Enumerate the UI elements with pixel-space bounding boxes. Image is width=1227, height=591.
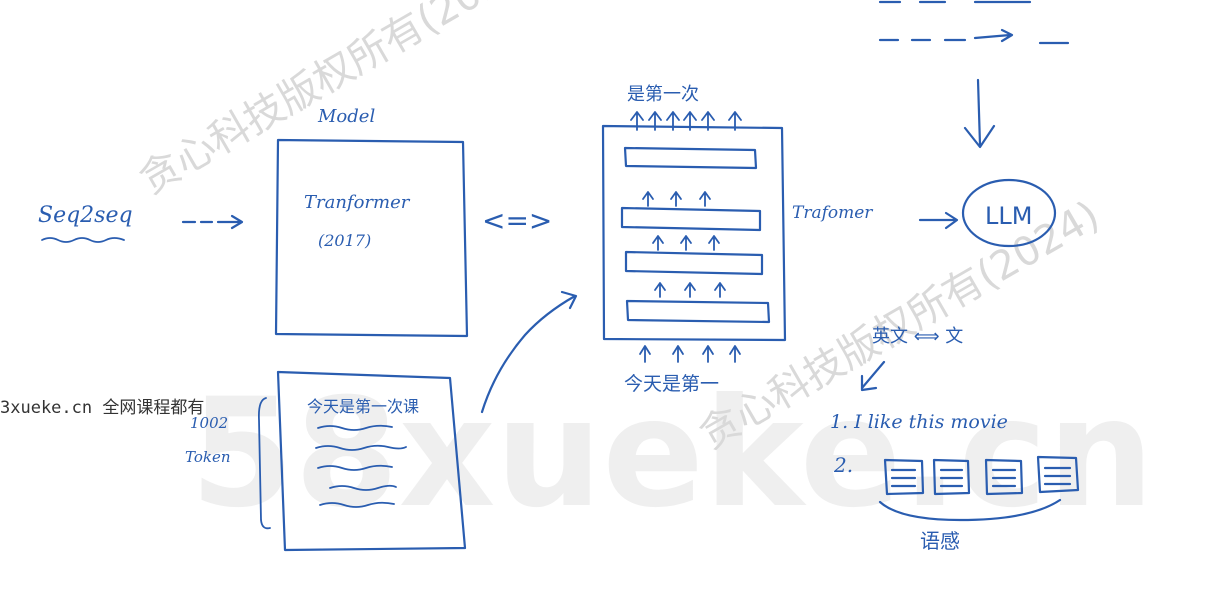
translate-label: 英文 ⟺ 文: [872, 326, 963, 347]
list-item-2: 2.: [833, 453, 853, 477]
watermark-main: 贪心科技版权所有(2024): [132, 0, 547, 204]
input-tokens-label: 今天是第一: [624, 373, 719, 395]
seq2seq-label: Seq2seq: [38, 203, 133, 228]
seq2seq-arrow: [181, 214, 244, 230]
down-arrow-to-llm: [963, 78, 996, 149]
arrow-to-llm: [918, 211, 959, 230]
transformer-layers: [620, 146, 771, 324]
transformer-label: Tranformer: [304, 192, 411, 213]
llm-label: LLM: [985, 202, 1032, 230]
site-watermark: 3xueke.cn 全网课程都有: [0, 393, 204, 418]
year-label: (2017): [318, 231, 371, 250]
top-right-sequence-sketch: [878, 0, 1070, 45]
transformer-arrow-label: Trafomer: [792, 203, 873, 223]
list-item-1: 1. I like this movie: [830, 411, 1008, 433]
corpus-label: 语感: [920, 529, 960, 553]
equivalence-arrow: <=>: [482, 204, 552, 237]
input-arrows: [639, 345, 741, 363]
side-token-label: Token: [185, 448, 231, 466]
model-label: Model: [317, 106, 375, 127]
seq2seq-underline: [41, 237, 125, 243]
site-watermark-prefix: 3xueke.cn: [0, 398, 93, 418]
output-tokens-label: 是第一次: [627, 84, 699, 105]
whiteboard-canvas: 58xueke.cn 贪心科技版权所有(2024) 贪心科技版权所有(2024)…: [38, 0, 1154, 553]
model-box: [274, 138, 469, 338]
site-watermark-suffix: 全网课程都有: [102, 398, 205, 418]
transformer-stack-box: [601, 124, 787, 342]
document-title: 今天是第一次课: [307, 397, 419, 416]
